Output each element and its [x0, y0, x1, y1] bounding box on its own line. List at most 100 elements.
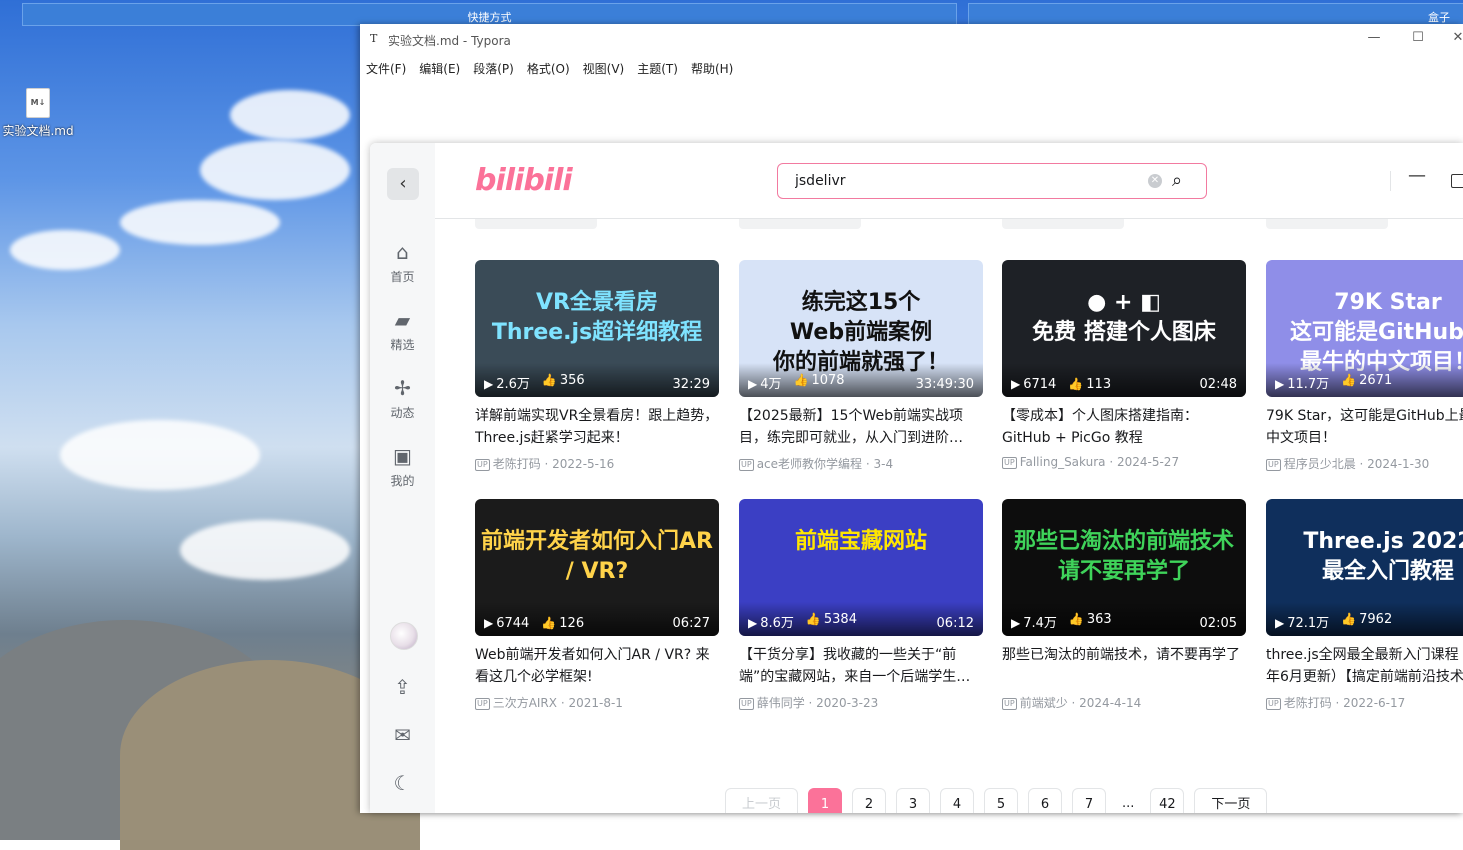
view-count: 2.6万: [496, 377, 530, 392]
like-count: 113: [1086, 377, 1112, 392]
video-author[interactable]: 老陈打码: [1284, 696, 1332, 710]
maximize-icon[interactable]: [1451, 174, 1463, 188]
up-badge-icon: UP: [1002, 698, 1017, 710]
background-window-bar[interactable]: 快捷方式: [22, 3, 957, 26]
page-button-last[interactable]: 42: [1150, 788, 1185, 813]
video-card[interactable]: VR全景看房 Three.js超详细教程 ▶ 2.6万 👍 356 32:29 详解前端实现…: [475, 260, 719, 472]
sidebar-item-home[interactable]: ⌂ 首页: [370, 240, 435, 285]
video-duration: 33:49:30: [915, 377, 974, 392]
view-count: 4万: [760, 377, 782, 392]
video-date: 2024-4-14: [1079, 696, 1142, 710]
video-title[interactable]: Web前端开发者如何入门AR / VR? 来看这几个必学框架!: [475, 644, 719, 688]
video-card[interactable]: ● + ◧ 免费 搭建个人图床 ▶ 6714 👍 113 02:48 【零成本】个人图床搭建…: [1002, 260, 1246, 469]
video-thumbnail[interactable]: ● + ◧ 免费 搭建个人图床 ▶ 6714 👍 113 02:48: [1002, 260, 1246, 397]
prev-page-button[interactable]: 上一页: [725, 788, 798, 813]
thumbnail-caption: 前端宝藏网站: [794, 529, 927, 554]
video-card[interactable]: 前端开发者如何入门AR / VR? ▶ 6744 👍 126 06:27 Web前端开发者如…: [475, 499, 719, 711]
video-title[interactable]: 【零成本】个人图床搭建指南：GitHub + PicGo 教程: [1002, 405, 1246, 449]
video-thumbnail[interactable]: Three.js 2022 最全入门教程▶72.1万👍796218: [1266, 499, 1463, 636]
divider: [1390, 171, 1391, 191]
up-badge-icon: UP: [739, 459, 754, 471]
close-icon[interactable]: ✕: [1448, 30, 1463, 45]
page-button-6[interactable]: 6: [1028, 788, 1062, 813]
like-count: 7962: [1359, 612, 1393, 627]
thumbnail-caption: 前端开发者如何入门AR / VR?: [481, 529, 713, 584]
up-badge-icon: UP: [475, 698, 490, 710]
video-meta: UP 三次方AIRX · 2021-8-1: [475, 694, 719, 711]
video-thumbnail[interactable]: 79K Star 这可能是GitHub上 最牛的中文项目！▶11.7万👍2671: [1266, 260, 1463, 397]
sidebar: ‹ ⌂ 首页 ▰ 精选 ✢ 动态 ▣ 我的 ⇪ ✉ ☾: [370, 143, 435, 813]
video-thumbnail[interactable]: 前端开发者如何入门AR / VR? ▶ 6744 👍 126 06:27: [475, 499, 719, 636]
video-author[interactable]: Falling_Sakura: [1020, 455, 1106, 469]
page-button-7[interactable]: 7: [1072, 788, 1106, 813]
menu-edit[interactable]: 编辑(E): [419, 60, 460, 77]
video-author[interactable]: 前端斌少: [1020, 696, 1068, 710]
page-button-5[interactable]: 5: [984, 788, 1018, 813]
desktop-file-icon[interactable]: M↓ 实验文档.md: [0, 88, 76, 139]
sidebar-item-label: 首页: [390, 270, 415, 284]
page-button-3[interactable]: 3: [896, 788, 930, 813]
video-author[interactable]: 三次方AIRX: [493, 696, 557, 710]
menu-help[interactable]: 帮助(H): [691, 60, 733, 77]
thumbnail-caption: Three.js 2022 最全入门教程: [1303, 529, 1463, 584]
video-card[interactable]: 练完这15个 Web前端案例 你的前端就强了！▶4万👍107833:49:30 【…: [739, 260, 983, 472]
video-title[interactable]: 【2025最新】15个Web前端实战项目，练完即可就业，从入门到进阶…: [739, 405, 983, 449]
video-duration: 06:27: [672, 616, 710, 631]
video-author[interactable]: ace老师教你学编程: [757, 457, 862, 471]
video-title[interactable]: three.js全网最全最新入门课程（2024年6月更新）【搞定前端前沿技术】: [1266, 644, 1463, 688]
menu-format[interactable]: 格式(O): [527, 60, 570, 77]
video-title[interactable]: 详解前端实现VR全景看房！跟上趋势，Three.js赶紧学习起来！: [475, 405, 719, 449]
video-author[interactable]: 程序员少北晨: [1284, 457, 1356, 471]
search-input[interactable]: [793, 172, 1127, 190]
menu-file[interactable]: 文件(F): [366, 60, 406, 77]
menu-view[interactable]: 视图(V): [583, 60, 625, 77]
background-window-bar[interactable]: 盒子: [968, 3, 1463, 26]
maximize-icon[interactable]: ☐: [1408, 30, 1428, 45]
avatar[interactable]: [390, 622, 418, 650]
skeleton-placeholder: [475, 219, 597, 229]
video-card[interactable]: 79K Star 这可能是GitHub上 最牛的中文项目！▶11.7万👍2671…: [1266, 260, 1463, 472]
video-thumbnail[interactable]: 练完这15个 Web前端案例 你的前端就强了！▶4万👍107833:49:30: [739, 260, 983, 397]
search-icon[interactable]: ⌕: [1172, 170, 1182, 191]
sidebar-item-dynamic[interactable]: ✢ 动态: [370, 376, 435, 421]
sidebar-item-mine[interactable]: ▣ 我的: [370, 444, 435, 489]
meta-separator: ·: [540, 457, 553, 471]
play-count-icon: ▶: [1275, 616, 1285, 630]
video-card[interactable]: 那些已淘汰的前端技术 请不要再学了 ▶ 7.4万 👍 363 02:05 那些已淘汰的前端技…: [1002, 499, 1246, 711]
page-button-1[interactable]: 1: [808, 788, 842, 813]
upload-icon[interactable]: ⇪: [370, 675, 435, 699]
minimize-icon[interactable]: —: [1408, 165, 1426, 186]
video-card[interactable]: 前端宝藏网站 ▶ 8.6万 👍 5384 06:12 【干货分享】我收藏的一些关于“前端”的…: [739, 499, 983, 711]
video-author[interactable]: 老陈打码: [493, 457, 541, 471]
menu-paragraph[interactable]: 段落(P): [473, 60, 514, 77]
mail-icon[interactable]: ✉: [370, 723, 435, 747]
back-button[interactable]: ‹: [387, 168, 419, 200]
sidebar-item-featured[interactable]: ▰ 精选: [370, 308, 435, 353]
play-count-icon: ▶: [1275, 377, 1285, 391]
header: bilibili ✕ ⌕ —: [435, 143, 1463, 219]
typora-titlebar[interactable]: T 实验文档.md - Typora — ☐ ✕: [360, 24, 1463, 54]
minimize-icon[interactable]: —: [1364, 30, 1384, 45]
page-button-2[interactable]: 2: [852, 788, 886, 813]
video-thumbnail[interactable]: VR全景看房 Three.js超详细教程 ▶ 2.6万 👍 356 32:29: [475, 260, 719, 397]
video-title[interactable]: 【干货分享】我收藏的一些关于“前端”的宝藏网站，来自一个后端学生…: [739, 644, 983, 688]
bookmark-icon: ▰: [394, 308, 411, 332]
video-stats: ▶ 11.7万 👍 2671: [1275, 373, 1392, 392]
video-card[interactable]: Three.js 2022 最全入门教程▶72.1万👍796218three.j…: [1266, 499, 1463, 711]
moon-icon[interactable]: ☾: [370, 771, 435, 795]
video-thumbnail[interactable]: 前端宝藏网站 ▶ 8.6万 👍 5384 06:12: [739, 499, 983, 636]
video-title[interactable]: 79K Star，这可能是GitHub上最牛的中文项目！: [1266, 405, 1463, 449]
clear-icon[interactable]: ✕: [1148, 174, 1162, 188]
next-page-button[interactable]: 下一页: [1194, 788, 1268, 813]
like-count: 2671: [1359, 373, 1393, 388]
video-title[interactable]: 那些已淘汰的前端技术，请不要再学了: [1002, 644, 1246, 688]
menu-theme[interactable]: 主题(T): [637, 60, 678, 77]
video-thumbnail[interactable]: 那些已淘汰的前端技术 请不要再学了 ▶ 7.4万 👍 363 02:05: [1002, 499, 1246, 636]
view-count: 6744: [496, 616, 530, 631]
page-button-4[interactable]: 4: [940, 788, 974, 813]
chevron-left-icon: ‹: [399, 173, 407, 194]
menu-bar: 文件(F) 编辑(E) 段落(P) 格式(O) 视图(V) 主题(T) 帮助(H…: [366, 60, 733, 77]
video-author[interactable]: 薛伟同学: [757, 696, 805, 710]
bilibili-logo[interactable]: bilibili: [475, 163, 573, 198]
window-title: 实验文档.md - Typora: [388, 34, 511, 48]
